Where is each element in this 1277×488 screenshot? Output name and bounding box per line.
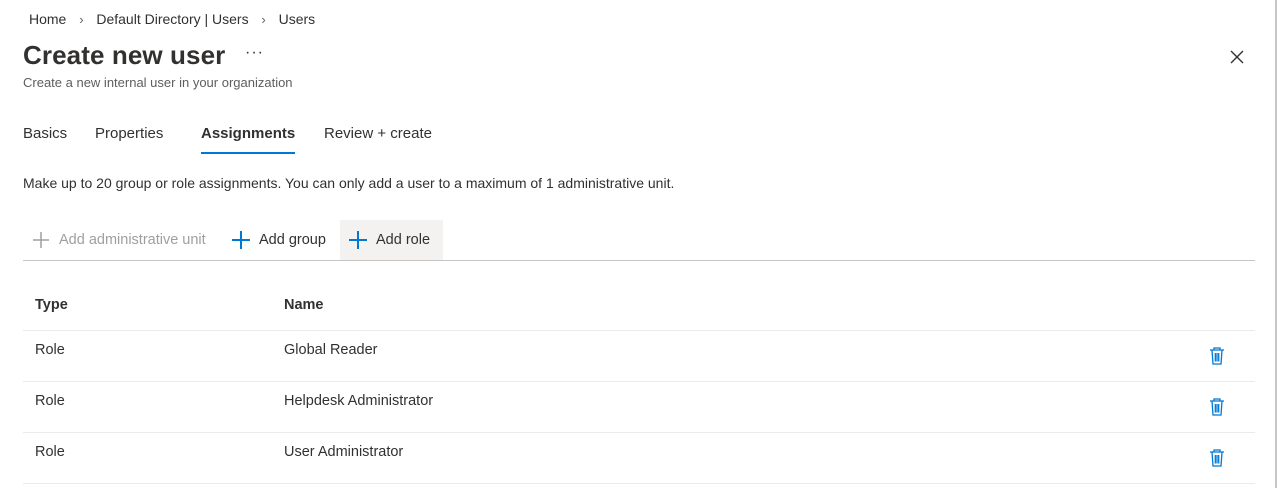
- more-options-button[interactable]: ···: [245, 44, 264, 62]
- cell-name: Helpdesk Administrator: [284, 393, 434, 409]
- assignments-table: Type Name Role Global Reader Role Helpde…: [23, 282, 1255, 484]
- tab-assignments[interactable]: Assignments: [201, 116, 296, 154]
- cell-type: Role: [35, 444, 65, 460]
- add-role-label: Add role: [376, 232, 431, 248]
- plus-icon: [33, 232, 49, 248]
- table-row: Role User Administrator: [23, 433, 1255, 484]
- add-role-button[interactable]: Add role: [340, 220, 443, 260]
- trash-icon[interactable]: [1208, 448, 1226, 468]
- add-administrative-unit-label: Add administrative unit: [59, 232, 206, 248]
- breadcrumb-separator: ›: [261, 11, 266, 27]
- plus-icon: [232, 231, 250, 249]
- breadcrumb-home[interactable]: Home: [29, 11, 66, 27]
- close-icon: [1230, 50, 1244, 64]
- tab-review-create[interactable]: Review + create: [324, 116, 432, 154]
- page-subtitle: Create a new internal user in your organ…: [23, 75, 293, 90]
- add-group-label: Add group: [259, 232, 326, 248]
- column-header-name[interactable]: Name: [284, 297, 324, 313]
- breadcrumb-default-directory-users[interactable]: Default Directory | Users: [96, 11, 248, 27]
- breadcrumb-separator: ›: [79, 11, 84, 27]
- trash-icon[interactable]: [1208, 346, 1226, 366]
- cell-name: User Administrator: [284, 444, 404, 460]
- cell-type: Role: [35, 393, 65, 409]
- command-bar: Add administrative unit Add group Add ro…: [23, 220, 1255, 261]
- add-group-button[interactable]: Add group: [223, 220, 334, 260]
- page-title: Create new user: [23, 40, 226, 70]
- table-row: Role Global Reader: [23, 331, 1255, 382]
- create-user-page: Home › Default Directory | Users › Users…: [0, 0, 1277, 488]
- cell-type: Role: [35, 342, 65, 358]
- table-row: Role Helpdesk Administrator: [23, 382, 1255, 433]
- trash-icon[interactable]: [1208, 397, 1226, 417]
- tab-basics[interactable]: Basics: [23, 116, 67, 154]
- breadcrumb: Home › Default Directory | Users › Users: [29, 10, 315, 28]
- plus-icon: [349, 231, 367, 249]
- cell-name: Global Reader: [284, 342, 378, 358]
- close-button[interactable]: [1226, 46, 1248, 68]
- breadcrumb-users[interactable]: Users: [279, 11, 316, 27]
- column-header-type[interactable]: Type: [35, 297, 68, 313]
- add-administrative-unit-button[interactable]: Add administrative unit: [23, 220, 214, 260]
- tab-properties[interactable]: Properties: [95, 116, 163, 154]
- assignments-info-text: Make up to 20 group or role assignments.…: [23, 175, 675, 191]
- table-header: Type Name: [23, 282, 1255, 331]
